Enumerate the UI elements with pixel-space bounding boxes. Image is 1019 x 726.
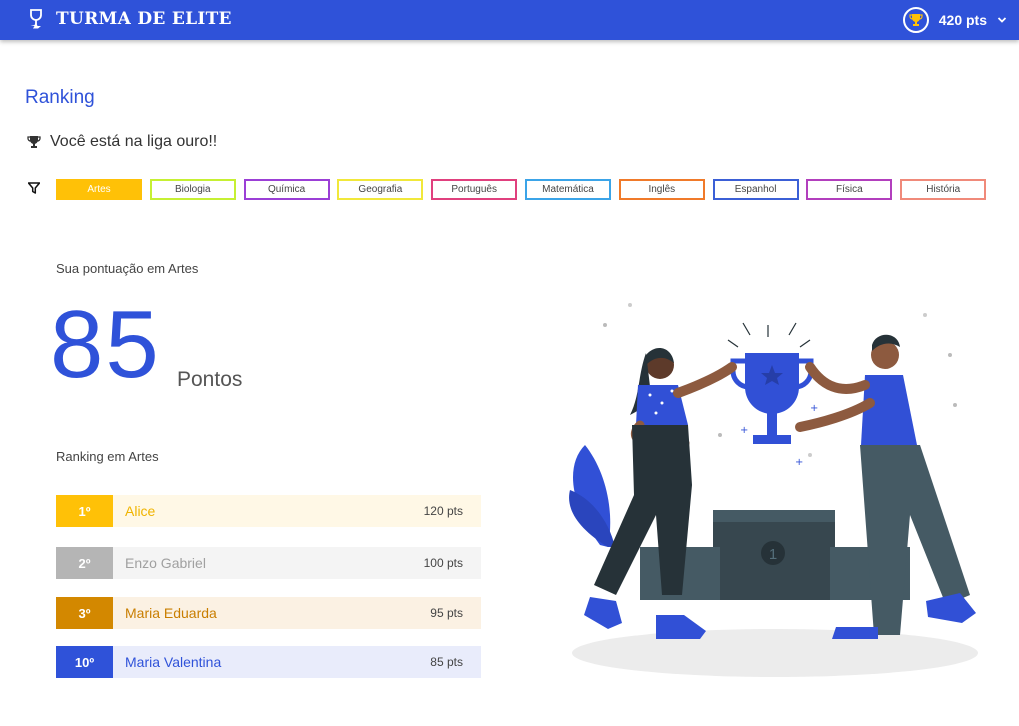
ranking-row: 10º Maria Valentina 85 pts	[56, 646, 481, 678]
rank-student-name: Maria Valentina	[125, 654, 222, 670]
rank-student-name: Enzo Gabriel	[125, 555, 206, 571]
points-value: 420 pts	[938, 12, 987, 28]
filter-chip-7[interactable]: Espanhol	[712, 179, 799, 200]
trophy-icon	[27, 136, 41, 148]
rank-student-name: Alice	[125, 503, 156, 519]
score-unit: Pontos	[177, 368, 243, 391]
league-status: Você está na liga ouro!!	[27, 133, 217, 151]
rank-points: 85 pts	[430, 655, 463, 669]
filter-chip-5[interactable]: Matemática	[525, 179, 611, 200]
filter-chip-9[interactable]: História	[900, 179, 987, 200]
rank-points: 120 pts	[423, 504, 463, 518]
top-bar: TURMA DE ELITE 420 pts	[0, 0, 1019, 40]
score-label: Sua pontuação em Artes	[56, 261, 199, 276]
rank-student-name: Maria Eduarda	[125, 605, 217, 621]
brand[interactable]: TURMA DE ELITE	[28, 9, 232, 29]
brand-title: TURMA DE ELITE	[56, 9, 232, 29]
user-points-menu[interactable]: 420 pts	[902, 7, 1007, 33]
filter-chip-3[interactable]: Geografia	[337, 179, 424, 200]
ranking-label: Ranking em Artes	[56, 449, 159, 464]
rank-position: 1º	[56, 495, 113, 527]
trophy-badge	[902, 7, 929, 33]
rank-position: 3º	[56, 597, 113, 629]
svg-text:+: +	[810, 403, 818, 414]
filter-icon[interactable]	[28, 182, 40, 194]
trophy-icon	[909, 14, 923, 26]
chevron-down-icon[interactable]	[997, 15, 1007, 25]
filter-chip-1[interactable]: Biologia	[149, 179, 236, 200]
score-value: 85	[50, 291, 161, 398]
filter-chip-4[interactable]: Português	[431, 179, 518, 200]
ranking-row: 3º Maria Eduarda 95 pts	[56, 597, 481, 629]
rank-points: 95 pts	[430, 606, 463, 620]
svg-text:1: 1	[769, 546, 777, 563]
svg-text:+: +	[795, 457, 803, 468]
rank-position: 2º	[56, 547, 113, 579]
filter-chip-8[interactable]: Física	[806, 179, 893, 200]
rank-points: 100 pts	[423, 556, 463, 570]
ranking-row: 2º Enzo Gabriel 100 pts	[56, 547, 481, 579]
filter-chip-2[interactable]: Química	[243, 179, 330, 200]
league-message: Você está na liga ouro!!	[50, 133, 218, 150]
trophy-illustration: 1 + + +	[569, 303, 978, 677]
rank-position: 10º	[56, 646, 113, 678]
medal-icon	[30, 9, 42, 29]
page-title: Ranking	[25, 87, 95, 108]
filter-chip-0[interactable]: Artes	[56, 179, 142, 200]
svg-text:+: +	[740, 425, 748, 436]
ranking-row: 1º Alice 120 pts	[56, 495, 481, 527]
filter-chip-6[interactable]: Inglês	[618, 179, 705, 200]
